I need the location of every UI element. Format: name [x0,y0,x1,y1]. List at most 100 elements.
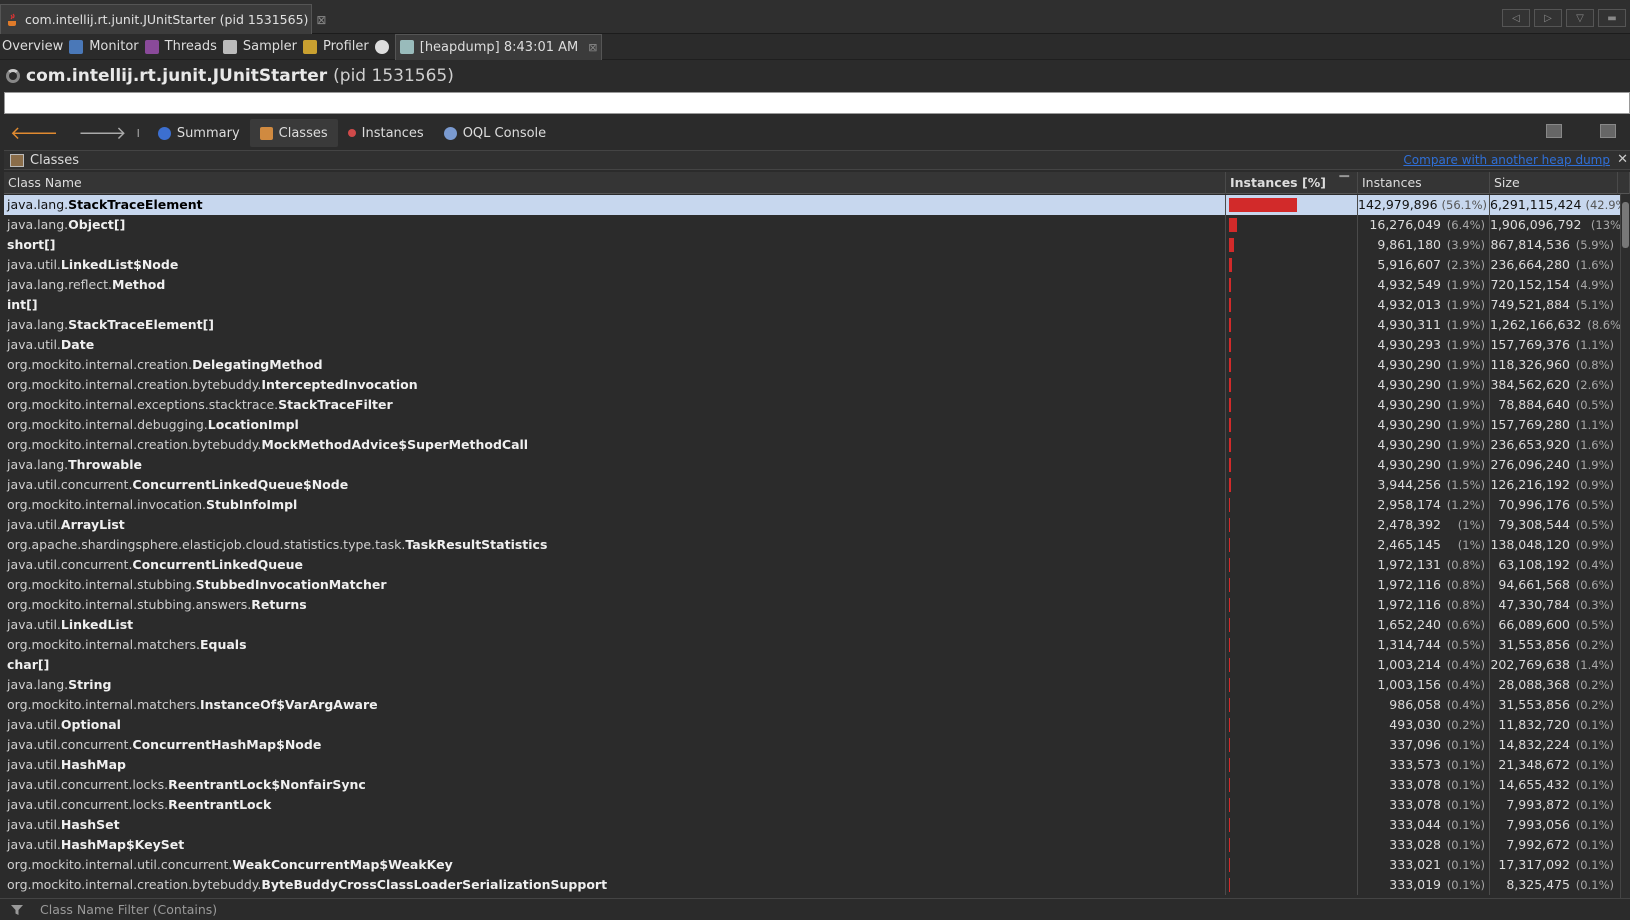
back-arrow-icon[interactable]: 🡐 [0,123,68,144]
table-row[interactable]: java.lang.String 1,003,156 (0.4%) 28,088,36… [4,675,1624,695]
size-percent: (0.1%) [1575,738,1614,752]
instances-percent: (1.9%) [1446,318,1485,332]
table-row[interactable]: org.mockito.internal.creation.Delegating… [4,355,1624,375]
close-icon[interactable]: ⊠ [316,13,326,27]
table-row[interactable]: short[] 9,861,180 (3.9%) 867,814,536 (5.9%) [4,235,1624,255]
table-row[interactable]: org.mockito.internal.creation.bytebuddy.… [4,375,1624,395]
size-cell: 236,653,920 (1.6%) [1490,435,1618,455]
table-row[interactable]: char[] 1,003,214 (0.4%) 202,769,638 (1.4%) [4,655,1624,675]
window-tab-bar: com.intellij.rt.junit.JUnitStarter (pid … [0,0,1630,34]
instances-cell: 9,861,180 (3.9%) [1358,235,1490,255]
scrollbar-thumb[interactable] [1622,202,1629,248]
table-row[interactable]: org.apache.shardingsphere.elasticjob.clo… [4,535,1624,555]
column-chooser[interactable] [1618,172,1630,194]
instances-percent-bar-cell [1226,855,1358,875]
table-row[interactable]: org.mockito.internal.creation.bytebuddy.… [4,435,1624,455]
tab-threads[interactable]: Threads [163,34,241,60]
table-row[interactable]: java.util.ArrayList 2,478,392 (1%) 79,308,5… [4,515,1624,535]
settings-icon[interactable] [1600,124,1616,138]
table-row[interactable]: org.mockito.internal.invocation.StubInfo… [4,495,1624,515]
compare-heap-dump-link[interactable]: Compare with another heap dump [1403,153,1610,167]
table-row[interactable]: java.util.concurrent.locks.ReentrantLock… [4,795,1624,815]
table-row[interactable]: java.util.HashSet 333,044 (0.1%) 7,993,056 (… [4,815,1624,835]
class-name-filter[interactable]: Class Name Filter (Contains) [0,898,1630,920]
table-row[interactable]: java.lang.reflect.Method 4,932,549 (1.9%) 7… [4,275,1624,295]
instances-percent: (0.4%) [1446,658,1485,672]
tab-overview[interactable]: Overview [0,34,87,60]
table-row[interactable]: java.lang.Throwable 4,930,290 (1.9%) 276,09… [4,455,1624,475]
window-tab[interactable]: com.intellij.rt.junit.JUnitStarter (pid … [0,4,326,34]
instances-percent-bar-cell [1226,515,1358,535]
class-simple-name: InstanceOf$VarArgAware [199,697,378,712]
heapdump-icon [399,40,414,54]
export-icon[interactable] [1546,124,1562,138]
forward-arrow-icon[interactable]: 🡒 [68,123,136,144]
table-row[interactable]: org.mockito.internal.stubbing.StubbedInv… [4,575,1624,595]
table-row[interactable]: java.util.Optional 493,030 (0.2%) 11,832,72… [4,715,1624,735]
table-row[interactable]: java.util.LinkedList$Node 5,916,607 (2.3%)… [4,255,1624,275]
table-row[interactable]: org.mockito.internal.util.concurrent.Wea… [4,855,1624,875]
class-name-cell: java.util.concurrent.ConcurrentLinkedQue… [4,475,1226,495]
tab-threads-label: Threads [164,39,217,54]
instances-count: 333,044 [1389,817,1441,832]
tab-sampler[interactable]: Sampler [241,34,321,60]
tab-profiler[interactable]: Profiler [321,34,393,60]
instances-cell: 333,573 (0.1%) [1358,755,1490,775]
instances-percent: (0.1%) [1446,858,1485,872]
column-size[interactable]: Size [1490,172,1618,194]
scroll-left-button[interactable]: ◁ [1502,9,1530,27]
tab-monitor[interactable]: Monitor [87,34,162,60]
table-row[interactable]: java.util.HashMap$KeySet 333,028 (0.1%) 7,9… [4,835,1624,855]
instances-label: Instances [361,125,424,141]
window-tab-title: com.intellij.rt.junit.JUnitStarter (pid … [25,12,309,27]
column-class-name[interactable]: Class Name [4,172,1226,194]
size-percent: (0.5%) [1575,398,1614,412]
table-row[interactable]: java.util.Date 4,930,293 (1.9%) 157,769,376… [4,335,1624,355]
vertical-scrollbar[interactable] [1620,194,1630,898]
close-panel-icon[interactable]: ✕ [1617,152,1628,167]
size-cell: 78,884,640 (0.5%) [1490,395,1618,415]
oql-console-button[interactable]: OQL Console [434,119,556,147]
class-name-cell: java.util.Date [4,335,1226,355]
dropdown-button[interactable]: ▽ [1566,9,1594,27]
class-name-cell: org.mockito.internal.creation.Delegating… [4,355,1226,375]
instances-percent-bar [1229,818,1230,832]
table-row[interactable]: java.util.concurrent.ConcurrentLinkedQue… [4,555,1624,575]
table-row[interactable]: java.util.concurrent.ConcurrentLinkedQue… [4,475,1624,495]
table-row[interactable]: java.lang.StackTraceElement 142,979,896 (5… [4,195,1624,215]
classes-button[interactable]: Classes [249,119,338,147]
instances-percent-bar [1229,558,1230,572]
size-cell: 126,216,192 (0.9%) [1490,475,1618,495]
close-icon[interactable]: ⊠ [588,41,597,54]
table-row[interactable]: java.util.LinkedList 1,652,240 (0.6%) 66,08… [4,615,1624,635]
table-row[interactable]: java.util.concurrent.locks.ReentrantLock… [4,775,1624,795]
table-row[interactable]: java.lang.StackTraceElement[] 4,930,311 (1… [4,315,1624,335]
table-row[interactable]: org.mockito.internal.creation.bytebuddy.… [4,875,1624,895]
instances-percent-bar-cell [1226,395,1358,415]
instances-button[interactable]: Instances [338,119,434,147]
table-row[interactable]: int[] 4,932,013 (1.9%) 749,521,884 (5.1%) [4,295,1624,315]
summary-button[interactable]: Summary [148,119,250,147]
table-row[interactable]: org.mockito.internal.exceptions.stacktra… [4,395,1624,415]
column-instances-percent[interactable]: Instances [%] ▔ [1226,172,1358,194]
table-row[interactable]: org.mockito.internal.matchers.InstanceOf… [4,695,1624,715]
scroll-right-button[interactable]: ▷ [1534,9,1562,27]
instances-percent-bar-cell [1226,575,1358,595]
table-row[interactable]: org.mockito.internal.stubbing.answers.Re… [4,595,1624,615]
instances-percent: (1.9%) [1446,438,1485,452]
table-row[interactable]: java.lang.Object[] 16,276,049 (6.4%) 1,906,… [4,215,1624,235]
instances-percent-bar-cell [1226,335,1358,355]
class-name-cell: int[] [4,295,1226,315]
class-name-cell: java.util.HashSet [4,815,1226,835]
column-instances[interactable]: Instances [1358,172,1490,194]
table-row[interactable]: java.util.concurrent.ConcurrentHashMap$N… [4,735,1624,755]
minimize-button[interactable]: ▬ [1598,9,1626,27]
class-simple-name: char[] [7,657,50,672]
tab-heapdump[interactable]: [heapdump] 8:43:01 AM ⊠ [394,33,603,60]
table-row[interactable]: org.mockito.internal.debugging.LocationI… [4,415,1624,435]
classes-label: Classes [278,125,328,141]
class-simple-name: short[] [7,237,56,252]
table-row[interactable]: org.mockito.internal.matchers.Equals 1,31… [4,635,1624,655]
table-row[interactable]: java.util.HashMap 333,573 (0.1%) 21,348,672… [4,755,1624,775]
size-cell: 7,993,872 (0.1%) [1490,795,1618,815]
